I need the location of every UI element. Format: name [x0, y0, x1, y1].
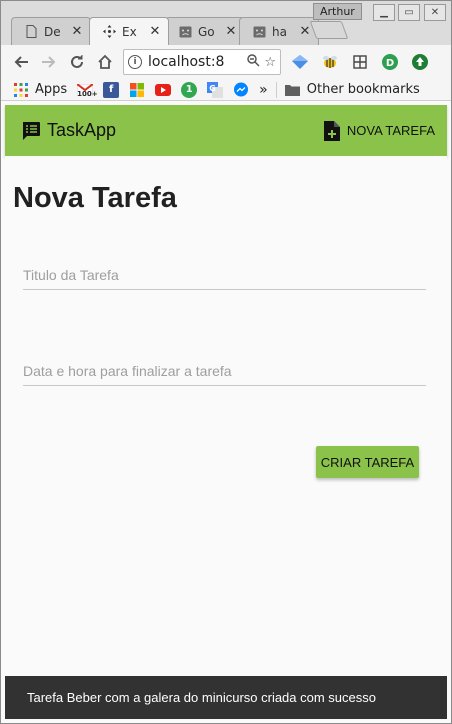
url-text: localhost:8: [148, 54, 225, 70]
close-icon[interactable]: ✕: [224, 24, 238, 39]
bookmark-gmail[interactable]: 100+: [77, 81, 98, 99]
page-title: Nova Tarefa: [13, 182, 177, 214]
new-tab-button[interactable]: [309, 21, 349, 39]
move-icon: [102, 25, 116, 39]
tab-1[interactable]: De ✕: [11, 17, 91, 45]
bookmark-label: Apps: [35, 82, 68, 97]
svg-text:G: G: [209, 84, 216, 93]
close-icon[interactable]: ✕: [148, 24, 162, 39]
extension-green-d-icon[interactable]: D: [379, 51, 401, 73]
snackbar: Tarefa Beber com a galera do minicurso c…: [5, 676, 447, 719]
messenger-icon: [233, 82, 249, 98]
extension-bee-icon[interactable]: [319, 51, 341, 73]
datetime-field: [23, 356, 426, 386]
maximize-icon[interactable]: ▭: [398, 4, 420, 21]
folder-icon: [285, 82, 301, 98]
tab-4[interactable]: ha ✕: [239, 17, 319, 45]
one-icon: 1: [181, 81, 198, 98]
bookmarks-divider: [275, 81, 277, 98]
bookmark-other[interactable]: Other bookmarks: [285, 81, 420, 99]
apps-grid-icon: [13, 82, 29, 98]
tab-title: ha: [272, 24, 287, 39]
home-icon[interactable]: [93, 50, 117, 74]
back-icon[interactable]: [9, 50, 33, 74]
more-bookmarks-chevron[interactable]: »: [259, 82, 268, 98]
bookmark-facebook[interactable]: f: [103, 81, 120, 99]
tab-2[interactable]: Ex ✕: [89, 17, 169, 45]
bookmark-messenger[interactable]: [233, 81, 249, 99]
browser-window: De ✕ Ex ✕ Go ✕ ha ✕ Arthur ▁ ▭ ✕ i local…: [0, 0, 452, 724]
app-bar: TaskApp NOVA TAREFA: [5, 105, 447, 156]
bookmark-apps[interactable]: Apps: [13, 81, 67, 99]
extension-grid-icon[interactable]: [349, 51, 371, 73]
bookmark-translate[interactable]: G: [207, 81, 224, 99]
star-icon[interactable]: ☆: [264, 55, 276, 70]
tab-3[interactable]: Go ✕: [165, 17, 245, 45]
svg-text:D: D: [386, 58, 394, 69]
facebook-icon: f: [103, 81, 120, 98]
sad-face-icon: [252, 25, 266, 39]
document-icon: [24, 25, 38, 39]
gmail-badge: 100+: [77, 89, 98, 98]
task-title-input[interactable]: [23, 260, 426, 289]
brand-name: TaskApp: [47, 120, 117, 140]
brand[interactable]: TaskApp: [21, 120, 116, 141]
snackbar-message: Tarefa Beber com a galera do minicurso c…: [27, 690, 376, 705]
title-field: [23, 260, 426, 290]
nova-tarefa-label: NOVA TAREFA: [346, 123, 435, 138]
youtube-icon: [155, 82, 172, 98]
bookmark-one[interactable]: 1: [181, 81, 198, 99]
close-icon[interactable]: ✕: [70, 24, 84, 39]
sad-face-icon: [178, 25, 192, 39]
note-add-icon: [323, 120, 340, 141]
task-datetime-input[interactable]: [23, 356, 426, 385]
criar-tarefa-button[interactable]: CRIAR TAREFA: [316, 446, 419, 478]
user-badge[interactable]: Arthur: [313, 3, 362, 20]
nova-tarefa-button[interactable]: NOVA TAREFA: [323, 120, 435, 141]
zoom-icon[interactable]: [247, 53, 260, 71]
tab-title: De: [44, 24, 61, 39]
bookmark-youtube[interactable]: [155, 81, 172, 99]
tab-strip: De ✕ Ex ✕ Go ✕ ha ✕ Arthur ▁ ▭ ✕: [1, 1, 451, 45]
address-bar[interactable]: i localhost:8 ☆: [123, 49, 281, 75]
extension-upload-icon[interactable]: [409, 51, 431, 73]
chat-list-icon: [23, 121, 40, 140]
translate-icon: G: [207, 81, 224, 98]
info-icon[interactable]: i: [128, 55, 142, 69]
tab-title: Ex: [122, 24, 137, 39]
main-content: Nova Tarefa CRIAR TAREFA: [5, 156, 447, 676]
close-icon[interactable]: ✕: [298, 24, 312, 39]
tab-title: Go: [198, 24, 215, 39]
microsoft-icon: [129, 82, 145, 98]
bookmarks-bar: Apps 100+ f 1 G » Other bookmarks: [1, 79, 451, 101]
bookmark-microsoft[interactable]: [129, 81, 145, 99]
close-window-icon[interactable]: ✕: [424, 4, 446, 21]
minimize-icon[interactable]: ▁: [373, 4, 395, 21]
extension-diamond-icon[interactable]: [289, 51, 311, 73]
bookmark-label: Other bookmarks: [306, 82, 420, 97]
forward-icon[interactable]: [37, 50, 61, 74]
reload-icon[interactable]: [65, 50, 89, 74]
browser-toolbar: i localhost:8 ☆ D: [1, 45, 451, 79]
